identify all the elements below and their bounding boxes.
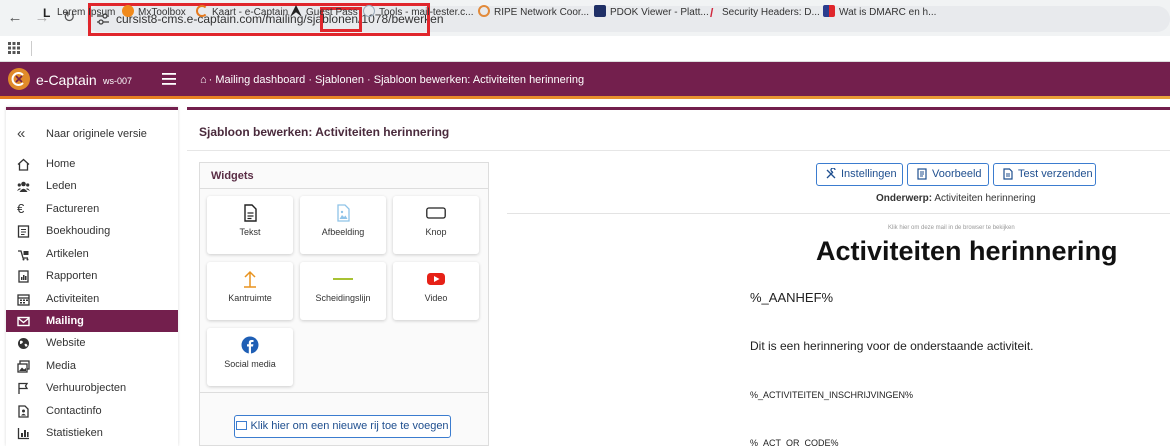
header-accent-stripe	[0, 96, 1170, 99]
youtube-icon	[427, 273, 445, 285]
sidebar-item-original-version[interactable]: « Naar originele versie	[6, 123, 178, 145]
dmarc-icon	[823, 5, 835, 17]
widget-scheidingslijn[interactable]: Scheidingslijn	[300, 262, 386, 320]
settings-tools-icon	[826, 168, 836, 179]
sidebar-item-rapporten[interactable]: Rapporten	[6, 265, 178, 287]
sidebar-item-media[interactable]: Media	[6, 355, 178, 377]
bookmark-pdok[interactable]: PDOK Viewer - Platt...	[594, 5, 709, 21]
add-row-button[interactable]: Klik hier om een nieuwe rij toe te voege…	[234, 415, 451, 438]
send-test-icon	[1003, 168, 1013, 180]
bookmark-mxtoolbox[interactable]: MxToolbox	[122, 5, 186, 21]
sidebar-item-artikelen[interactable]: Artikelen	[6, 243, 178, 265]
calendar-icon	[17, 294, 30, 306]
lorem-ipsum-icon: L	[43, 6, 51, 20]
euro-icon: €	[17, 201, 25, 216]
bookmark-kaart-ecaptain[interactable]: Kaart - e-Captain	[196, 5, 288, 21]
breadcrumb[interactable]: ⌂ · Mailing dashboard · Sjablonen · Sjabl…	[200, 74, 584, 86]
settings-button[interactable]: Instellingen	[816, 163, 903, 186]
globe-icon	[18, 338, 29, 349]
brand-name: e-Captain	[36, 72, 97, 88]
workspace-label: ws-007	[103, 76, 133, 86]
subject-line: Onderwerp: Activiteiten herinnering	[876, 193, 1036, 204]
email-qr-placeholder[interactable]: %_ACT_QR_CODE%	[750, 438, 839, 446]
widget-social-media[interactable]: Social media	[207, 328, 293, 386]
sidebar-item-leden[interactable]: Leden	[6, 175, 178, 197]
rental-icon	[18, 382, 29, 394]
contact-icon	[18, 405, 29, 418]
bookmark-ripe[interactable]: RIPE Network Coor...	[478, 5, 589, 21]
facebook-icon	[241, 336, 259, 354]
bookmarks-divider	[31, 41, 32, 56]
media-icon	[17, 360, 30, 373]
apps-grid-icon[interactable]	[8, 42, 20, 54]
widget-video[interactable]: Video	[393, 262, 479, 320]
bookmark-guest-pass[interactable]: Guest Pass	[290, 5, 358, 21]
sidebar-item-contactinfo[interactable]: Contactinfo	[6, 400, 178, 422]
email-heading[interactable]: Activiteiten herinnering	[816, 236, 1118, 267]
send-test-button[interactable]: Test verzenden	[993, 163, 1096, 186]
widgets-footer-divider	[200, 392, 488, 393]
add-row-icon	[236, 421, 248, 430]
sidebar-item-home[interactable]: Home	[6, 153, 178, 175]
pdok-icon	[594, 5, 606, 17]
preview-button[interactable]: Voorbeeld	[907, 163, 989, 186]
double-chevron-left-icon: «	[17, 125, 26, 142]
email-intro-paragraph[interactable]: Dit is een herinnering voor de onderstaa…	[750, 339, 1034, 353]
text-document-icon	[244, 204, 257, 222]
ecaptain-logo-icon[interactable]	[8, 68, 30, 90]
ecaptain-icon	[196, 5, 208, 17]
title-divider	[187, 150, 1170, 151]
bookmark-mail-tester[interactable]: Tools - mail-tester.c...	[363, 5, 473, 21]
page-title: Sjabloon bewerken: Activiteiten herinner…	[199, 125, 450, 139]
report-icon	[18, 270, 29, 283]
preview-icon	[917, 168, 927, 180]
email-salutation[interactable]: %_AANHEF%	[750, 290, 833, 305]
mxtoolbox-icon	[122, 5, 134, 17]
sidebar-item-website[interactable]: Website	[6, 332, 178, 354]
sidebar-item-factureren[interactable]: € Factureren	[6, 198, 178, 220]
sidebar-item-mailing[interactable]: Mailing	[6, 310, 178, 332]
view-in-browser-link[interactable]: Klik hier om deze mail in de browser te …	[888, 225, 1015, 231]
bookmark-security-headers[interactable]: / Security Headers: D...	[710, 5, 820, 21]
widget-knop[interactable]: Knop	[393, 196, 479, 254]
bookmark-lorem-ipsum[interactable]: L Lorem Ipsum	[43, 5, 115, 21]
home-icon	[17, 158, 30, 171]
image-icon	[337, 204, 350, 222]
users-icon	[17, 181, 30, 192]
stats-icon	[17, 428, 29, 440]
sidebar-item-statistieken[interactable]: Statistieken	[6, 422, 178, 444]
preview-divider	[507, 213, 1170, 214]
articles-icon	[18, 250, 29, 261]
home-breadcrumb-icon[interactable]: ⌂	[200, 74, 207, 86]
sidebar-item-activiteiten[interactable]: Activiteiten	[6, 288, 178, 310]
widget-kantruimte[interactable]: Kantruimte	[207, 262, 293, 320]
mail-tester-icon	[363, 5, 375, 17]
menu-toggle-icon[interactable]	[162, 73, 176, 85]
bookmarks-bar	[0, 36, 1170, 62]
email-activities-placeholder[interactable]: %_ACTIVITEITEN_INSCHRIJVINGEN%	[750, 390, 913, 400]
ledger-icon	[17, 225, 30, 238]
security-headers-icon: /	[710, 6, 714, 20]
sidebar-item-boekhouding[interactable]: Boekhouding	[6, 220, 178, 242]
widgets-divider	[200, 188, 488, 189]
widget-afbeelding[interactable]: Afbeelding	[300, 196, 386, 254]
mail-icon	[17, 316, 30, 327]
bookmark-dmarc[interactable]: Wat is DMARC en h...	[823, 5, 936, 21]
back-icon[interactable]: ←	[6, 9, 24, 27]
sidebar-item-verhuurobjecten[interactable]: Verhuurobjecten	[6, 377, 178, 399]
button-icon	[426, 207, 446, 219]
spacer-icon	[244, 270, 256, 288]
divider-icon	[333, 278, 353, 280]
widget-tekst[interactable]: Tekst	[207, 196, 293, 254]
widgets-title: Widgets	[211, 170, 254, 182]
main-accent-bar	[187, 107, 1170, 110]
guest-pass-icon	[290, 5, 302, 17]
ripe-icon	[478, 5, 490, 17]
